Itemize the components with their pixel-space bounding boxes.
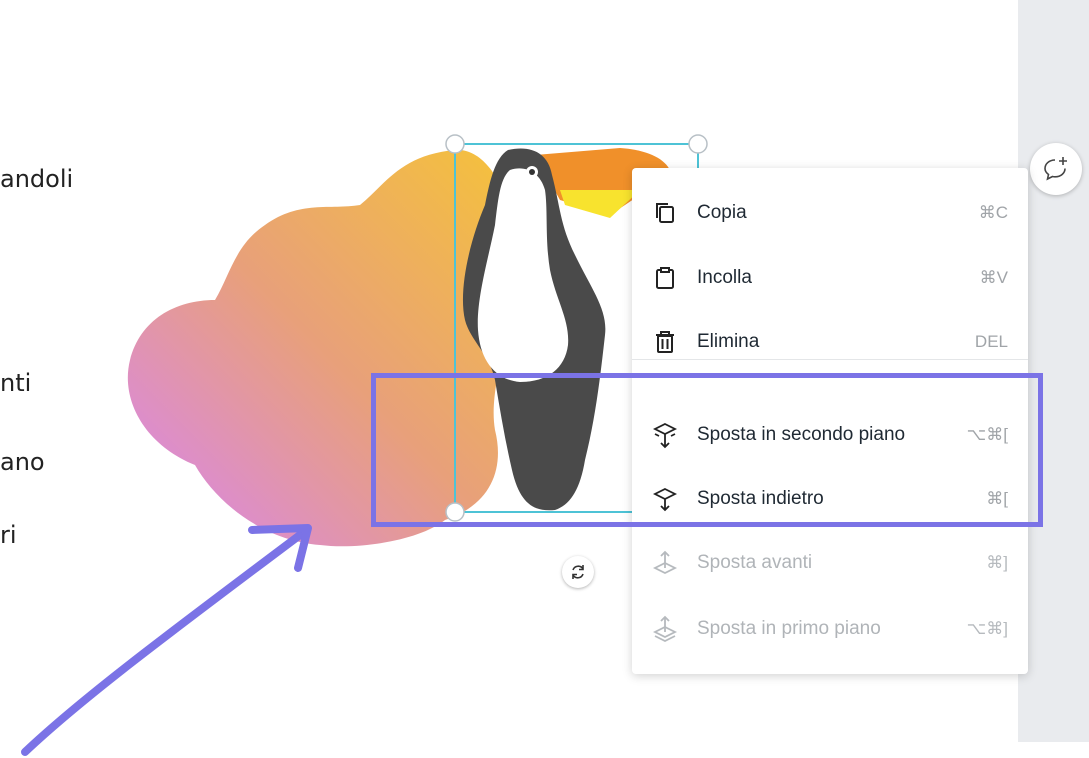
menu-item-shortcut: ⌘] bbox=[986, 553, 1008, 572]
menu-item-bring-forward[interactable]: Sposta avanti ⌘] bbox=[632, 543, 1028, 583]
trash-icon bbox=[650, 327, 680, 357]
copy-icon bbox=[650, 198, 680, 228]
menu-item-delete[interactable]: Elimina DEL bbox=[632, 322, 1028, 362]
menu-item-bring-to-front[interactable]: Sposta in primo piano ⌥⌘] bbox=[632, 609, 1028, 649]
menu-item-label: Copia bbox=[697, 202, 747, 223]
menu-item-shortcut: ⌘C bbox=[978, 203, 1008, 222]
annotation-arrow bbox=[21, 524, 312, 756]
bring-forward-icon bbox=[650, 548, 680, 578]
bring-to-front-icon bbox=[650, 614, 680, 644]
menu-item-label: Sposta avanti bbox=[697, 552, 813, 573]
highlight-annotation-box bbox=[371, 373, 1043, 527]
menu-item-paste[interactable]: Incolla ⌘V bbox=[632, 258, 1028, 298]
paste-icon bbox=[650, 263, 680, 293]
resize-handle-top-right bbox=[688, 134, 708, 154]
menu-item-shortcut: ⌥⌘] bbox=[966, 619, 1008, 638]
menu-item-copy[interactable]: Copia ⌘C bbox=[632, 193, 1028, 233]
menu-item-shortcut: DEL bbox=[974, 332, 1008, 351]
menu-item-label: Elimina bbox=[697, 331, 760, 352]
menu-item-label: Sposta in primo piano bbox=[697, 618, 881, 639]
resize-handle-top-left bbox=[445, 134, 465, 154]
menu-item-label: Incolla bbox=[697, 267, 752, 288]
menu-divider bbox=[632, 359, 1028, 360]
rotate-icon bbox=[572, 565, 584, 579]
rotate-handle[interactable] bbox=[562, 556, 594, 588]
menu-item-shortcut: ⌘V bbox=[979, 268, 1008, 287]
